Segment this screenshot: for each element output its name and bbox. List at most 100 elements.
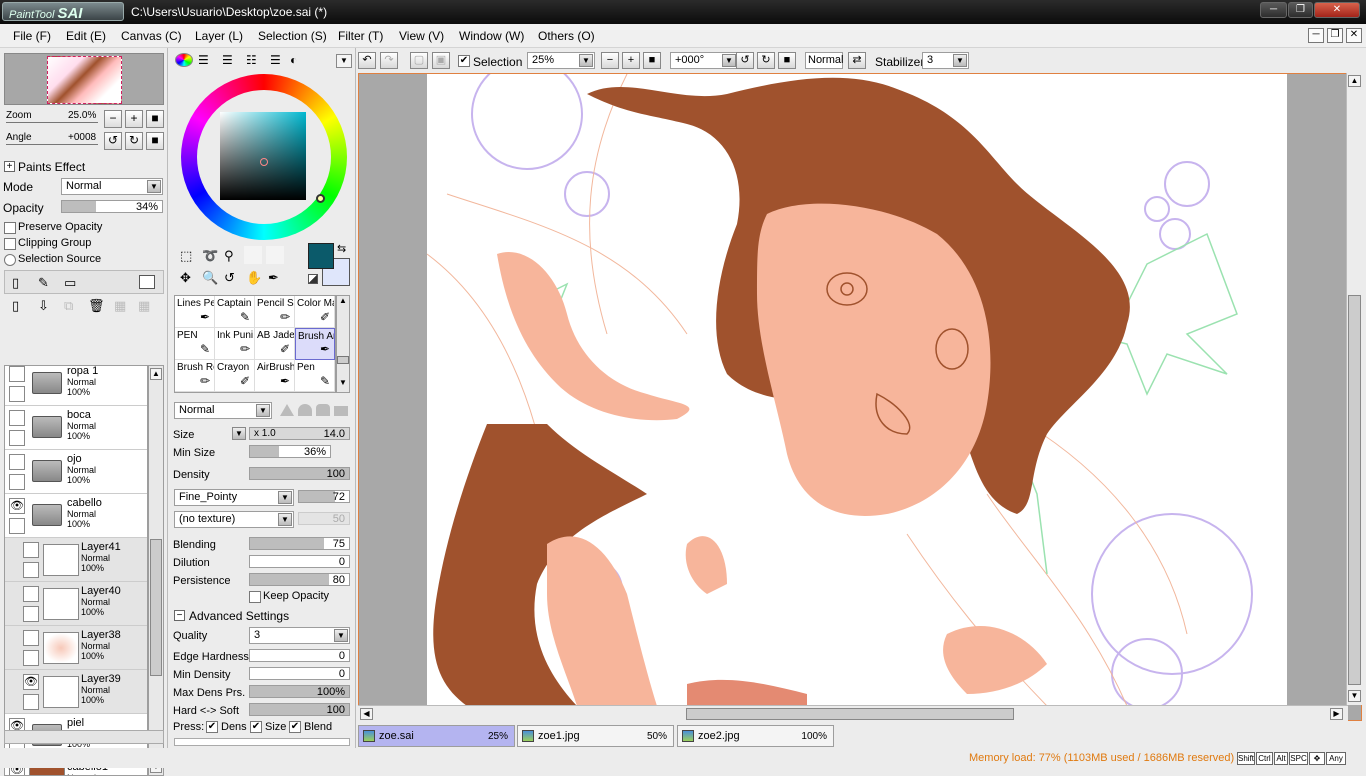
brush-scroll-thumb[interactable] xyxy=(337,356,349,364)
brush-tool-cell[interactable]: PEN ✎ xyxy=(175,328,215,360)
selection-checkbox[interactable]: ✔ xyxy=(458,55,470,67)
brush-shape-sharp-icon[interactable] xyxy=(280,404,294,416)
visibility-toggle[interactable] xyxy=(23,586,39,602)
swap-colors-icon[interactable]: ⇆ xyxy=(337,242,346,255)
texture-select[interactable]: (no texture) ▼ xyxy=(174,511,294,528)
new-layer-icon[interactable]: ▯ xyxy=(12,275,19,291)
menu-layer[interactable]: Layer (L) xyxy=(195,29,243,43)
document-tab-zoe2-jpg[interactable]: zoe2.jpg 100% xyxy=(677,725,834,747)
brush-tool-cell[interactable]: Captain ✎ xyxy=(215,296,255,328)
brush-tool-cell[interactable]: Ink Puni ✏ xyxy=(215,328,255,360)
scroll-right-icon[interactable]: ▶ xyxy=(1330,708,1343,720)
delete-layer-icon[interactable]: 🗑 xyxy=(88,298,105,314)
brush-blend-select[interactable]: Normal ▼ xyxy=(174,402,272,419)
angle-slider[interactable] xyxy=(6,144,98,145)
layer-opacity-slider[interactable]: 34% xyxy=(61,200,163,213)
stabilizer-select[interactable]: 3 ▼ xyxy=(922,52,969,69)
mdi-restore-button[interactable]: ❐ xyxy=(1327,28,1343,43)
rect-select-icon[interactable]: ⬚ xyxy=(180,248,192,264)
canvas-view-mode[interactable]: Normal xyxy=(805,52,843,69)
lock-toggle[interactable] xyxy=(23,606,39,622)
rotate-reset-button[interactable]: ■ xyxy=(146,132,164,150)
layer-row[interactable]: 👁 Layer39 Normal 100% xyxy=(5,670,147,714)
layer-row[interactable]: Layer40 Normal 100% xyxy=(5,582,147,626)
move-icon[interactable]: ✥ xyxy=(180,270,191,286)
eye-icon[interactable]: 👁 xyxy=(23,674,39,690)
brush-shape-round-icon[interactable] xyxy=(298,404,312,416)
menu-edit[interactable]: Edit (E) xyxy=(66,29,106,43)
scroll-down-icon[interactable]: ▼ xyxy=(337,378,349,390)
canvas-vertical-scrollbar[interactable]: ▲ ▼ xyxy=(1346,73,1362,705)
layer-row[interactable]: 👁 cabello Normal 100% xyxy=(5,494,147,538)
document-tab-zoe1-jpg[interactable]: zoe1.jpg 50% xyxy=(517,725,674,747)
canvas-paper[interactable] xyxy=(427,74,1287,706)
invert-selection-button[interactable]: ▣ xyxy=(432,52,450,69)
rotate-tool-icon[interactable]: ↺ xyxy=(224,270,235,286)
brush-tool-cell[interactable]: Color Ma ✐ xyxy=(295,296,335,328)
user-tab-icon[interactable]: ◐ xyxy=(290,53,297,67)
menu-selection[interactable]: Selection (S) xyxy=(258,29,327,43)
visibility-toggle[interactable] xyxy=(9,454,25,470)
menu-others[interactable]: Others (O) xyxy=(538,29,595,43)
canvas-zoom-out-button[interactable]: − xyxy=(601,52,619,69)
transparent-color-icon[interactable] xyxy=(308,274,318,284)
canvas-vscroll-thumb[interactable] xyxy=(1348,295,1361,685)
press-blend-checkbox[interactable]: ✔ xyxy=(289,721,301,733)
document-tab-zoe-sai[interactable]: zoe.sai 25% xyxy=(358,725,515,747)
lock-toggle[interactable] xyxy=(9,474,25,490)
density-slider[interactable]: 100 xyxy=(249,467,350,480)
press-size-checkbox[interactable]: ✔ xyxy=(250,721,262,733)
scroll-down-icon[interactable]: ▼ xyxy=(1348,690,1361,702)
merge-visible-icon[interactable]: ▦ xyxy=(138,298,150,314)
scroll-up-icon[interactable]: ▲ xyxy=(337,296,349,308)
min-size-slider[interactable]: 36% xyxy=(249,445,331,458)
menu-window[interactable]: Window (W) xyxy=(459,29,524,43)
brush-tool-cell[interactable]: Brush Rc ✏ xyxy=(175,360,215,392)
brush-tool-cell[interactable]: Crayon ✐ xyxy=(215,360,255,392)
redo-button[interactable]: ↷ xyxy=(380,52,398,69)
brush-tool-cell[interactable]: Pencil S: ✏ xyxy=(255,296,295,328)
brush-shape-flat-icon[interactable] xyxy=(316,404,330,416)
transfer-down-icon[interactable]: ⇩ xyxy=(38,298,49,314)
visibility-toggle[interactable] xyxy=(9,410,25,426)
layer-mode-select[interactable]: Normal ▼ xyxy=(61,178,163,195)
menu-canvas[interactable]: Canvas (C) xyxy=(121,29,182,43)
expand-icon[interactable]: + xyxy=(4,161,15,172)
canvas-zoom-in-button[interactable]: + xyxy=(622,52,640,69)
eye-icon[interactable]: 👁 xyxy=(9,498,25,514)
navigator-preview[interactable] xyxy=(4,53,164,105)
mdi-minimize-button[interactable]: ─ xyxy=(1308,28,1324,43)
layer-list-scrollbar[interactable]: ▲ ▼ xyxy=(148,365,164,776)
max-dens-prs-slider[interactable]: 100% xyxy=(249,685,350,698)
texture-strength-slider[interactable]: 50 xyxy=(298,512,350,525)
brush-shape-select[interactable]: Fine_Pointy ▼ xyxy=(174,489,294,506)
layer-row[interactable]: ropa 1 Normal 100% xyxy=(5,366,147,406)
lock-toggle[interactable] xyxy=(9,518,25,534)
brush-shape-square-icon[interactable] xyxy=(334,406,348,416)
layer-row[interactable]: Layer41 Normal 100% xyxy=(5,538,147,582)
zoom-tool-icon[interactable]: 🔍 xyxy=(202,270,218,286)
canvas-area[interactable] xyxy=(358,73,1362,721)
deselect-button[interactable]: ▢ xyxy=(410,52,428,69)
scratchpad-tab-icon[interactable]: ☰ xyxy=(270,53,281,67)
brush-tool-cell[interactable]: AB Jade ✐ xyxy=(255,328,295,360)
hsv-slider-tab-icon[interactable]: ☰ xyxy=(222,53,233,67)
lock-toggle[interactable] xyxy=(23,562,39,578)
size-multiplier-dropdown[interactable]: ▼ xyxy=(232,427,246,440)
scroll-up-icon[interactable]: ▲ xyxy=(1348,75,1361,87)
layer-scroll-thumb[interactable] xyxy=(150,539,162,676)
menu-file[interactable]: File (F) xyxy=(13,29,51,43)
canvas-zoom-reset-button[interactable]: ■ xyxy=(643,52,661,69)
primary-color-swatch[interactable] xyxy=(308,243,334,269)
lasso-icon[interactable]: ➰ xyxy=(202,248,218,264)
saturation-value-square[interactable] xyxy=(220,112,306,200)
rgb-slider-tab-icon[interactable]: ☰ xyxy=(198,53,209,67)
lock-toggle[interactable] xyxy=(9,430,25,446)
close-button[interactable]: ✕ xyxy=(1314,2,1360,18)
clear-layer-icon[interactable]: ▦ xyxy=(114,298,126,314)
canvas-rotate-right-button[interactable]: ↻ xyxy=(757,52,775,69)
lock-toggle[interactable] xyxy=(23,694,39,710)
layer-hscrollbar[interactable] xyxy=(4,730,164,744)
menu-filter[interactable]: Filter (T) xyxy=(338,29,383,43)
lock-toggle[interactable] xyxy=(23,650,39,666)
